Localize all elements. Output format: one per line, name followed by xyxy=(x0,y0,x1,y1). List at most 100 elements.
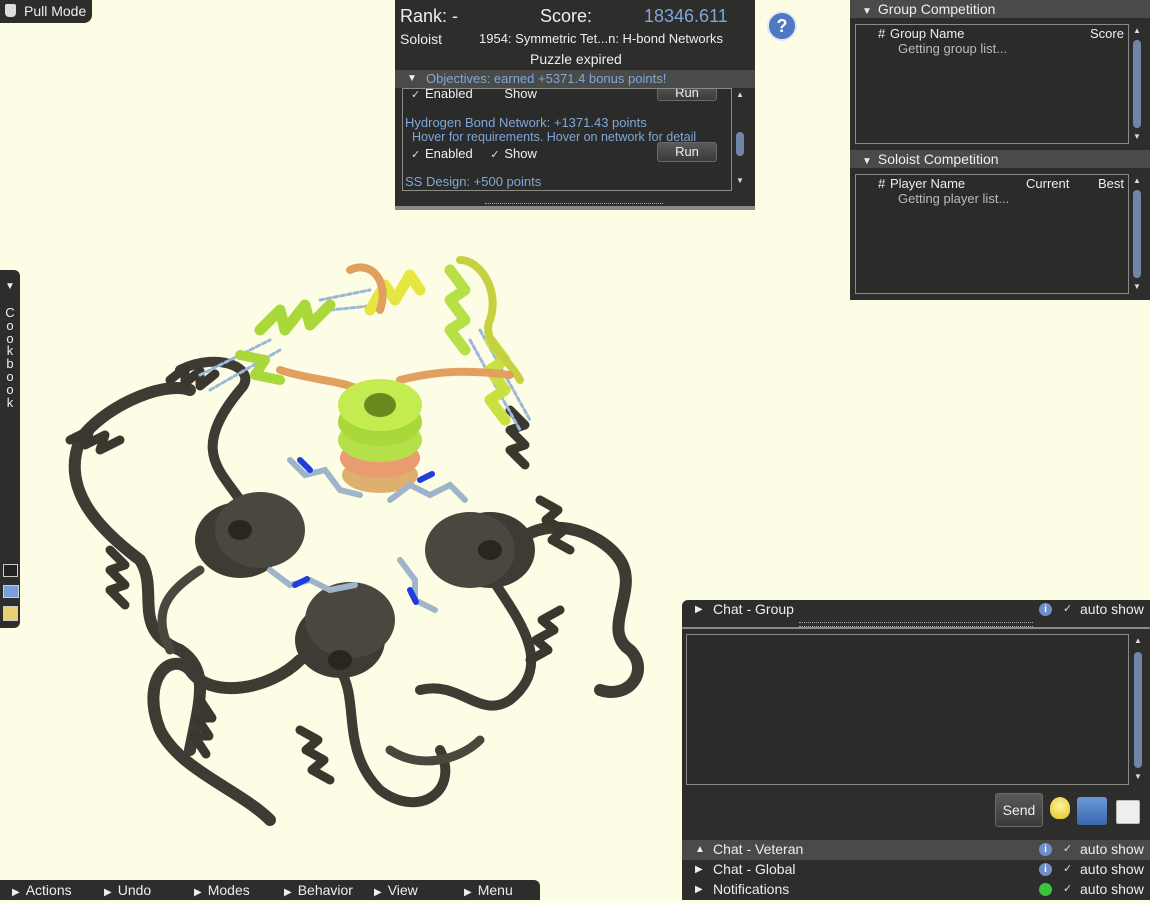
menu-actions[interactable]: ▶ Actions xyxy=(12,880,72,900)
clock-icon[interactable] xyxy=(1116,800,1140,824)
player-scrollbar[interactable]: ▲ ▼ xyxy=(1132,176,1142,294)
auto-show-checkbox[interactable]: ✓ xyxy=(1063,882,1077,895)
run-button[interactable]: Run xyxy=(657,142,717,162)
group-list-loading: Getting group list... xyxy=(898,41,1008,56)
chat-global-tab[interactable]: ▶ Chat - Global i ✓ auto show xyxy=(682,860,1150,880)
auto-show-label: auto show xyxy=(1080,841,1144,857)
col-group-name: Group Name xyxy=(890,26,965,41)
menu-view[interactable]: ▶ View xyxy=(374,880,418,900)
enabled-label: Enabled xyxy=(425,146,473,161)
open-icon[interactable] xyxy=(3,585,19,598)
puzzle-title: 1954: Symmetric Tet...n: H-bond Networks xyxy=(479,31,723,46)
objectives-list[interactable]: ✓ Enabled Show Run Hydrogen Bond Network:… xyxy=(402,88,732,191)
scroll-down-icon[interactable]: ▼ xyxy=(735,176,745,185)
hbond-objective-hint: Hover for requirements. Hover on network… xyxy=(412,130,697,144)
collapse-triangle-icon: ▲ xyxy=(695,844,705,855)
puzzle-status: Puzzle expired xyxy=(530,51,622,67)
chat-panel: ▶ Chat - Group i ✓ auto show ▲ ▼ Send ▲ … xyxy=(682,600,1150,900)
collapse-triangle-icon: ▼ xyxy=(862,6,872,17)
protein-viewport[interactable] xyxy=(40,230,660,850)
menu-menu[interactable]: ▶ Menu xyxy=(464,880,513,900)
collapse-triangle-icon: ▼ xyxy=(407,73,417,84)
score-panel: Rank: - Score: 18346.611 Soloist 1954: S… xyxy=(395,0,755,210)
objectives-title: Objectives: earned +5371.4 bonus points! xyxy=(426,71,667,86)
download-icon[interactable] xyxy=(1077,797,1107,825)
soloist-competition-panel: ▼ Soloist Competition # Player Name Curre… xyxy=(850,150,1150,300)
group-list[interactable]: # Group Name Score Getting group list... xyxy=(855,24,1129,144)
enabled-checkbox[interactable]: ✓ xyxy=(411,89,425,101)
player-list[interactable]: # Player Name Current Best Getting playe… xyxy=(855,174,1129,294)
pull-mode-button[interactable]: Pull Mode xyxy=(0,0,92,23)
rank-label: Rank: - xyxy=(400,6,459,26)
auto-show-checkbox[interactable]: ✓ xyxy=(1063,602,1077,615)
col-rank: # xyxy=(878,176,886,191)
notes-icon[interactable] xyxy=(3,606,18,621)
group-competition-title: Group Competition xyxy=(877,1,996,17)
score-label: Score: xyxy=(540,6,593,26)
chat-group-header[interactable]: ▶ Chat - Group i ✓ auto show xyxy=(682,600,1150,620)
show-label: Show xyxy=(504,88,537,101)
enabled-checkbox[interactable]: ✓ xyxy=(411,148,425,161)
script-icon[interactable] xyxy=(3,564,18,577)
show-checkbox[interactable]: ✓ xyxy=(490,148,504,161)
enabled-label: Enabled xyxy=(425,88,473,101)
ss-design-objective-title: SS Design: +500 points xyxy=(405,174,542,189)
soloist-label: Soloist xyxy=(400,31,443,47)
send-button[interactable]: Send xyxy=(995,793,1043,827)
menu-modes-label: Modes xyxy=(207,882,250,898)
col-current: Current xyxy=(1026,176,1070,191)
info-icon[interactable]: i xyxy=(1039,603,1052,616)
group-competition-header[interactable]: ▼ Group Competition xyxy=(850,0,1150,18)
auto-show-label: auto show xyxy=(1080,881,1144,897)
col-score: Score xyxy=(1090,26,1124,41)
cookbook-label: C o o k b o o k xyxy=(5,305,15,410)
expand-triangle-icon: ▶ xyxy=(695,604,703,615)
objectives-header[interactable]: ▼ Objectives: earned +5371.4 bonus point… xyxy=(395,70,755,88)
auto-show-checkbox[interactable]: ✓ xyxy=(1063,842,1077,855)
soloist-competition-title: Soloist Competition xyxy=(877,151,999,167)
menu-menu-label: Menu xyxy=(477,882,513,898)
expand-triangle-icon: ▶ xyxy=(695,884,703,895)
chat-group-title: Chat - Group xyxy=(713,601,794,617)
info-icon[interactable]: i xyxy=(1039,843,1052,856)
auto-show-checkbox[interactable]: ✓ xyxy=(1063,862,1077,875)
col-player-name: Player Name xyxy=(890,176,966,191)
soloist-competition-header[interactable]: ▼ Soloist Competition xyxy=(850,150,1150,168)
chat-veteran-title: Chat - Veteran xyxy=(713,841,804,857)
score-value: 18346.611 xyxy=(644,6,728,26)
expand-triangle-icon: ▶ xyxy=(695,864,703,875)
menu-undo[interactable]: ▶ Undo xyxy=(104,880,151,900)
collapse-triangle-icon: ▼ xyxy=(5,281,15,292)
chat-veteran-tab[interactable]: ▲ Chat - Veteran i ✓ auto show xyxy=(682,840,1150,860)
pull-mode-label: Pull Mode xyxy=(24,3,87,19)
auto-show-label: auto show xyxy=(1080,601,1144,617)
group-scrollbar[interactable]: ▲ ▼ xyxy=(1132,26,1142,144)
notification-icon[interactable] xyxy=(1039,883,1052,896)
objectives-scrollbar[interactable]: ▲ ▼ xyxy=(735,90,745,188)
hbond-objective-title: Hydrogen Bond Network: +1371.43 points xyxy=(405,115,647,130)
hand-icon xyxy=(5,4,16,17)
menu-undo-label: Undo xyxy=(117,882,152,898)
chat-message-area[interactable] xyxy=(686,634,1129,785)
menu-behavior-label: Behavior xyxy=(297,882,353,898)
help-icon[interactable]: ? xyxy=(767,11,797,41)
chat-scrollbar[interactable]: ▲ ▼ xyxy=(1133,636,1143,784)
notifications-tab[interactable]: ▶ Notifications ✓ auto show xyxy=(682,880,1150,900)
auto-show-label: auto show xyxy=(1080,861,1144,877)
show-label: Show xyxy=(504,146,537,161)
chat-global-title: Chat - Global xyxy=(713,861,796,877)
bottom-menu-bar: ▶ Actions ▶ Undo ▶ Modes ▶ Behavior ▶ View ▶ M… xyxy=(0,880,540,900)
menu-view-label: View xyxy=(387,882,418,898)
col-best: Best xyxy=(1098,176,1125,191)
menu-behavior[interactable]: ▶ Behavior xyxy=(284,880,353,900)
group-competition-panel: ▼ Group Competition # Group Name Score Ge… xyxy=(850,0,1150,150)
scroll-up-icon[interactable]: ▲ xyxy=(735,90,745,99)
lightbulb-icon[interactable] xyxy=(1050,797,1070,819)
col-rank: # xyxy=(878,26,886,41)
run-button[interactable]: Run xyxy=(657,89,717,101)
collapse-triangle-icon: ▼ xyxy=(862,156,872,167)
cookbook-sidebar[interactable]: ▼ C o o k b o o k xyxy=(0,270,20,628)
info-icon[interactable]: i xyxy=(1039,863,1052,876)
menu-modes[interactable]: ▶ Modes xyxy=(194,880,250,900)
notifications-title: Notifications xyxy=(713,881,790,897)
